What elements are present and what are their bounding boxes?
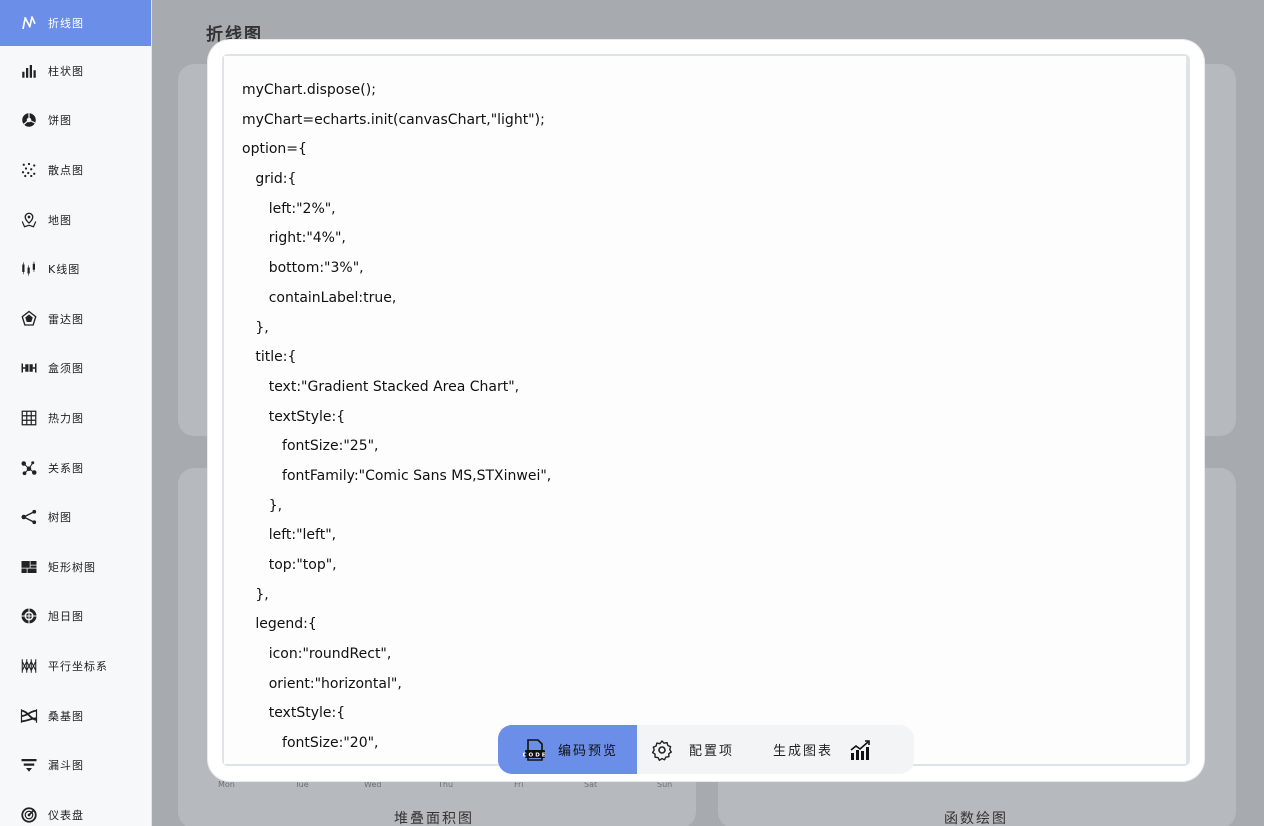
config-button[interactable]: 配置项 xyxy=(637,725,767,774)
code-preview-modal: myChart.dispose(); myChart=echarts.init(c… xyxy=(208,40,1204,781)
code-line: left:"left", xyxy=(242,527,337,544)
code-lines: myChart.dispose(); myChart=echarts.init(c… xyxy=(242,76,551,764)
sidebar-item-label: 散点图 xyxy=(48,163,84,177)
sidebar-item[interactable]: K线图 xyxy=(0,244,151,294)
sidebar-item-label: 桑基图 xyxy=(48,709,84,723)
sidebar-item[interactable]: 饼图 xyxy=(0,96,151,146)
sidebar-item[interactable]: 桑基图 xyxy=(0,691,151,741)
code-line: fontSize:"25", xyxy=(242,438,379,455)
sidebar-item-label: 雷达图 xyxy=(48,312,84,326)
sankey-icon xyxy=(18,705,40,727)
sidebar-item-label: 平行坐标系 xyxy=(48,659,108,673)
code-line: myChart=echarts.init(canvasChart,"light"… xyxy=(242,111,545,128)
bottom-toolbar: CODE 编码预览 配置项 生成图表 xyxy=(498,725,914,774)
sidebar-item[interactable]: 平行坐标系 xyxy=(0,641,151,691)
gauge-icon xyxy=(18,804,40,826)
treemap-icon xyxy=(18,556,40,578)
code-line: containLabel:true, xyxy=(242,289,397,306)
sidebar-item[interactable]: 旭日图 xyxy=(0,592,151,642)
sidebar-item-label: 折线图 xyxy=(48,17,84,30)
sidebar-item[interactable]: 热力图 xyxy=(0,393,151,443)
code-line: title:{ xyxy=(242,349,297,366)
sidebar-item[interactable]: 散点图 xyxy=(0,145,151,195)
axis-tick-label: Sat xyxy=(584,780,598,789)
axis-tick-label: Wed xyxy=(364,780,382,789)
radar-chart-icon xyxy=(18,308,40,330)
code-panel-frame: myChart.dispose(); myChart=echarts.init(c… xyxy=(222,54,1190,766)
code-line: text:"Gradient Stacked Area Chart", xyxy=(242,378,520,395)
axis-tick-label: Mon xyxy=(218,780,235,789)
sidebar-item[interactable]: 地图 xyxy=(0,195,151,245)
axis-tick-label: Sun xyxy=(657,780,673,789)
parallel-coords-icon xyxy=(18,655,40,677)
sidebar-item-label: 旭日图 xyxy=(48,610,84,624)
code-line: legend:{ xyxy=(242,616,317,633)
pie-chart-icon xyxy=(18,109,40,131)
code-preview-button[interactable]: CODE 编码预览 xyxy=(498,725,637,774)
code-line: }, xyxy=(242,319,269,336)
sidebar-item-label: 热力图 xyxy=(48,411,84,425)
code-line: textStyle:{ xyxy=(242,408,346,425)
chart-growth-icon xyxy=(847,737,873,763)
gear-icon xyxy=(649,737,675,763)
candlestick-icon xyxy=(18,258,40,280)
card-caption-stacked-area: 堆叠面积图 xyxy=(394,811,474,826)
sidebar-item-label: 关系图 xyxy=(48,461,84,475)
tree-share-icon xyxy=(18,506,40,528)
sidebar-item-label: 仪表盘 xyxy=(48,808,84,822)
sidebar-item[interactable]: 折线图 xyxy=(0,0,151,46)
code-file-icon: CODE xyxy=(522,737,548,763)
sidebar-item[interactable]: 柱状图 xyxy=(0,46,151,96)
scatter-chart-icon xyxy=(18,159,40,181)
code-preview-label: 编码预览 xyxy=(558,744,619,759)
code-line: left:"2%", xyxy=(242,200,336,217)
sidebar-item-label: 矩形树图 xyxy=(48,560,96,574)
code-line: fontFamily:"Comic Sans MS,STXinwei", xyxy=(242,467,552,484)
sidebar-item-label: 盒须图 xyxy=(48,362,84,376)
code-line: orient:"horizontal", xyxy=(242,675,402,692)
code-line: top:"top", xyxy=(242,557,337,573)
sidebar-item-label: 饼图 xyxy=(48,114,72,128)
code-line: }, xyxy=(242,497,283,514)
config-label: 配置项 xyxy=(689,744,735,759)
sidebar-item[interactable]: 盒须图 xyxy=(0,344,151,394)
sunburst-icon xyxy=(18,605,40,627)
code-line: icon:"roundRect", xyxy=(242,646,392,663)
card-caption-function-plot: 函数绘图 xyxy=(944,811,1008,826)
sidebar-item-label: 柱状图 xyxy=(48,64,84,78)
sidebar-item[interactable]: 树图 xyxy=(0,492,151,542)
svg-text:CODE: CODE xyxy=(523,752,547,758)
sidebar-item[interactable]: 矩形树图 xyxy=(0,542,151,592)
generate-chart-button[interactable]: 生成图表 xyxy=(767,725,873,774)
sidebar-item[interactable]: 仪表盘 xyxy=(0,790,151,826)
funnel-icon xyxy=(18,754,40,776)
code-line: myChart.dispose(); xyxy=(242,82,376,98)
sidebar-item-label: 漏斗图 xyxy=(48,759,84,773)
code-line: bottom:"3%", xyxy=(242,260,364,277)
bar-chart-icon xyxy=(18,60,40,82)
sidebar-item[interactable]: 雷达图 xyxy=(0,294,151,344)
line-chart-icon xyxy=(18,12,40,34)
generate-chart-label: 生成图表 xyxy=(773,744,834,759)
sidebar-item-label: 地图 xyxy=(48,213,72,227)
sidebar-item-label: 树图 xyxy=(48,511,72,525)
code-line: option={ xyxy=(242,141,307,158)
code-line: textStyle:{ xyxy=(242,705,346,722)
sidebar: 折线图柱状图饼图散点图地图 K线图雷达图盒须图热力图关系图树图矩形树图旭日图平行坐… xyxy=(0,0,152,826)
axis-tick-label: Thu xyxy=(438,780,454,789)
axis-tick-label: Tue xyxy=(295,780,309,789)
map-pin-icon xyxy=(18,209,40,231)
boxplot-icon xyxy=(18,357,40,379)
code-editor[interactable]: myChart.dispose(); myChart=echarts.init(c… xyxy=(224,56,1186,764)
sidebar-item[interactable]: 关系图 xyxy=(0,443,151,493)
code-line: right:"4%", xyxy=(242,230,346,247)
graph-nodes-icon xyxy=(18,457,40,479)
code-line: }, xyxy=(242,586,269,603)
heatmap-grid-icon xyxy=(18,407,40,429)
sidebar-item[interactable]: 漏斗图 xyxy=(0,740,151,790)
axis-tick-label: Fri xyxy=(514,780,524,789)
sidebar-item-label: K线图 xyxy=(48,263,81,277)
code-line: grid:{ xyxy=(242,171,297,188)
